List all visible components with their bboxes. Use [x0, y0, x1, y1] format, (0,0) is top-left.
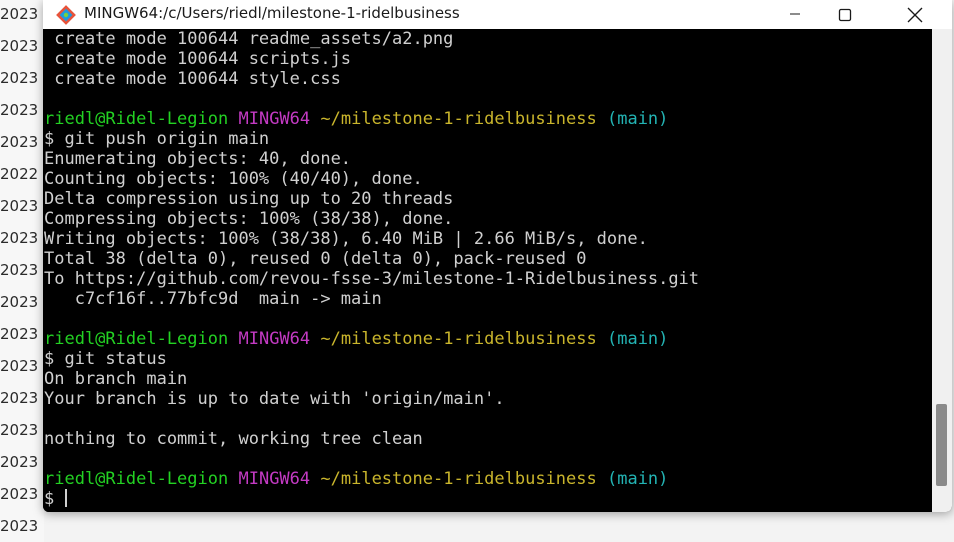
output-line: create mode 100644 readme_assets/a2.png — [44, 29, 454, 49]
title-bar[interactable]: MINGW64:/c/Users/riedl/milestone-1-ridel… — [43, 0, 952, 29]
prompt-shell: MINGW64 — [238, 469, 311, 489]
terminal-window[interactable]: MINGW64:/c/Users/riedl/milestone-1-ridel… — [43, 0, 952, 512]
prompt-line: riedl@Ridel-Legion MINGW64 ~/milestone-1… — [44, 329, 932, 349]
vertical-scrollbar[interactable] — [932, 29, 952, 512]
prompt-branch: (main) — [606, 329, 669, 349]
close-button[interactable] — [892, 0, 938, 29]
prompt-path: ~/milestone-1-ridelbusiness — [320, 109, 597, 129]
background-year-label: 2023 — [0, 485, 39, 503]
background-year-label: 2023 — [0, 293, 39, 311]
prompt-path: ~/milestone-1-ridelbusiness — [320, 329, 597, 349]
command-input-line[interactable]: $ — [44, 489, 932, 509]
output-line: Total 38 (delta 0), reused 0 (delta 0), … — [44, 249, 587, 269]
background-year-label: 2023 — [0, 101, 39, 119]
prompt-path: ~/milestone-1-ridelbusiness — [320, 469, 597, 489]
minimize-icon — [790, 13, 800, 14]
background-year-label: 2023 — [0, 261, 39, 279]
output-line: Counting objects: 100% (40/40), done. — [44, 169, 423, 189]
terminal-output[interactable]: create mode 100644 readme_assets/a2.png … — [43, 29, 932, 512]
output-line: On branch main — [44, 369, 188, 389]
output-line: Writing objects: 100% (38/38), 6.40 MiB … — [44, 229, 648, 249]
background-year-label: 2023 — [0, 453, 39, 471]
git-bash-icon — [55, 4, 77, 26]
scrollbar-thumb[interactable] — [936, 404, 947, 486]
background-year-label: 2023 — [0, 357, 39, 375]
background-year-label: 2023 — [0, 133, 39, 151]
background-year-label: 2023 — [0, 69, 39, 87]
output-line: Delta compression using up to 20 threads — [44, 189, 454, 209]
prompt-shell: MINGW64 — [238, 329, 311, 349]
minimize-button[interactable] — [772, 0, 818, 29]
background-window-strip: 2023 2023 2023 2023 2023 2022 2023 2023 2023 2023… — [0, 0, 44, 542]
output-line: Enumerating objects: 40, done. — [44, 149, 352, 169]
output-line: Compressing objects: 100% (38/38), done. — [44, 209, 454, 229]
background-year-label: 2023 — [0, 421, 39, 439]
output-line: To https://github.com/revou-fsse-3/miles… — [44, 269, 700, 289]
close-icon — [907, 7, 923, 22]
output-line: $ git push origin main — [44, 129, 270, 149]
output-line: $ git status — [44, 349, 167, 369]
background-year-label: 2023 — [0, 5, 39, 23]
prompt-line: riedl@Ridel-Legion MINGW64 ~/milestone-1… — [44, 469, 932, 489]
background-year-label: 2023 — [0, 389, 39, 407]
output-line: Your branch is up to date with 'origin/m… — [44, 389, 505, 409]
output-line: create mode 100644 scripts.js — [44, 49, 352, 69]
maximize-icon — [838, 8, 852, 21]
prompt-line: riedl@Ridel-Legion MINGW64 ~/milestone-1… — [44, 109, 932, 129]
text-cursor — [65, 489, 68, 507]
prompt-branch: (main) — [606, 469, 669, 489]
prompt-shell: MINGW64 — [238, 109, 311, 129]
background-year-label: 2023 — [0, 229, 39, 247]
background-year-label: 2022 — [0, 165, 39, 183]
prompt-user: riedl@Ridel-Legion — [44, 109, 229, 129]
background-year-label: 2023 — [0, 325, 39, 343]
output-line: c7cf16f..77bfc9d main -> main — [44, 289, 382, 309]
maximize-button[interactable] — [822, 0, 868, 29]
prompt-user: riedl@Ridel-Legion — [44, 469, 229, 489]
input-prompt: $ — [44, 489, 65, 509]
background-year-label: 2023 — [0, 197, 39, 215]
output-line: nothing to commit, working tree clean — [44, 429, 423, 449]
window-title: MINGW64:/c/Users/riedl/milestone-1-ridel… — [84, 3, 460, 22]
background-year-label: 2023 — [0, 37, 39, 55]
output-line: create mode 100644 style.css — [44, 69, 341, 89]
background-year-label: 2023 — [0, 517, 39, 535]
prompt-user: riedl@Ridel-Legion — [44, 329, 229, 349]
prompt-branch: (main) — [606, 109, 669, 129]
